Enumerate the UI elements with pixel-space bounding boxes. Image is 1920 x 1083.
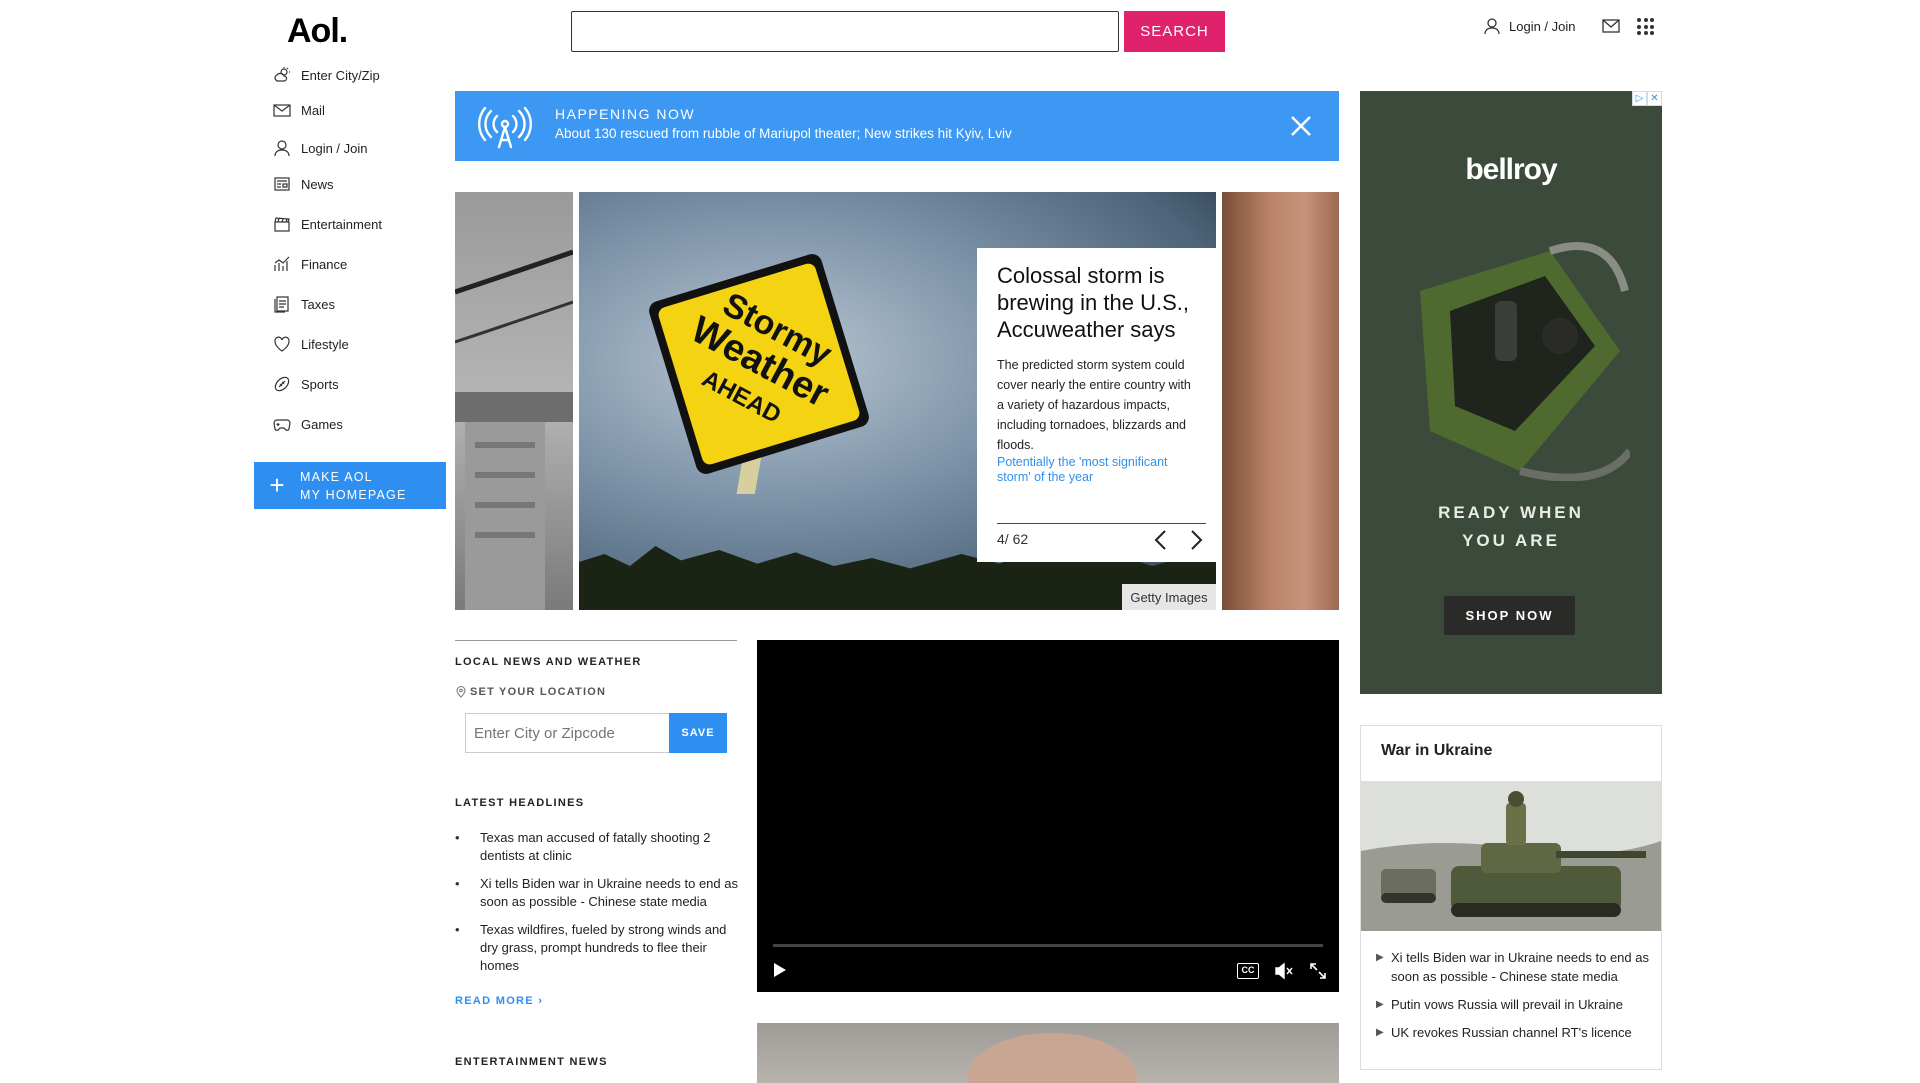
ukraine-tank-image[interactable] [1361,781,1661,931]
make-home-line2: MY HOMEPAGE [300,487,407,502]
sidebar-item-finance[interactable]: Finance [273,252,347,276]
weather-icon [274,67,290,82]
ad-brand-logo: bellroy [1465,153,1557,186]
ad-tagline-line1: READY WHEN [1438,503,1584,522]
sidebar-item-games[interactable]: Games [273,412,343,436]
entertainment-photo[interactable] [757,1023,1339,1083]
sidebar-item-sports[interactable]: Sports [273,372,339,396]
sidebar-item-label: Games [301,416,343,432]
carousel-next-slide-image[interactable] [1222,192,1339,610]
chart-icon [274,256,290,271]
document-icon [274,296,289,313]
ad-tagline: READY WHEN YOU ARE [1360,499,1662,555]
carousel-prev-slide-image[interactable] [455,192,573,610]
list-item[interactable]: Xi tells Biden war in Ukraine needs to e… [1376,948,1656,986]
ad-close-icon[interactable]: ✕ [1647,91,1662,106]
user-icon [1484,18,1500,35]
chevron-left-icon[interactable] [1152,528,1170,552]
sidebar-item-label: Lifestyle [301,336,349,352]
make-home-line1: MAKE AOL [300,469,373,484]
broadcast-icon [478,107,532,149]
slide-title[interactable]: Colossal storm is brewing in the U.S., A… [997,262,1201,343]
slide-caption-card: Colossal storm is brewing in the U.S., A… [977,248,1221,562]
clapperboard-icon [274,217,290,232]
chevron-right-icon[interactable] [1187,528,1205,552]
search-button[interactable]: SEARCH [1124,11,1225,52]
video-player[interactable]: CC [757,640,1339,992]
slide-body: The predicted storm system could cover n… [997,358,1191,452]
ad-bag-image [1420,242,1630,481]
save-location-button[interactable]: SAVE [669,713,727,753]
ukraine-headlines-list: Xi tells Biden war in Ukraine needs to e… [1376,948,1656,1051]
read-more-link[interactable]: READ MORE › [455,995,543,1007]
set-location-text: SET YOUR LOCATION [470,686,607,698]
happening-now-title: HAPPENING NOW [555,106,696,122]
person-face-image [967,1033,1137,1083]
play-icon[interactable] [769,960,789,980]
sidebar-item-entertainment[interactable]: Entertainment [273,212,382,236]
list-item[interactable]: Texas man accused of fatally shooting 2 … [455,829,740,865]
closed-captions-button[interactable]: CC [1237,963,1259,979]
set-location-label: SET YOUR LOCATION [456,686,606,698]
divider [997,523,1206,524]
video-progress-bar[interactable] [773,944,1323,947]
list-item[interactable]: Texas wildfires, fueled by strong winds … [455,921,740,975]
sidebar-item-lifestyle[interactable]: Lifestyle [273,332,349,356]
city-zip-input[interactable] [465,713,670,753]
war-in-ukraine-title[interactable]: War in Ukraine [1381,742,1492,760]
sidebar-item-login[interactable]: Login / Join [273,136,368,160]
sidebar-item-label: News [301,176,334,192]
apps-grid-icon[interactable] [1637,18,1654,35]
ad-choices-icon[interactable]: ▷ [1632,91,1647,106]
sidebar-item-label: Taxes [301,296,335,312]
sidebar-item-label: Entertainment [301,216,382,232]
entertainment-news-heading: ENTERTAINMENT NEWS [455,1056,608,1068]
divider [455,640,737,641]
list-item[interactable]: UK revokes Russian channel RT's licence [1376,1023,1656,1042]
sidebar-item-label: Finance [301,256,348,272]
sidebar-item-weather[interactable]: Enter City/Zip [273,63,380,87]
sidebar-item-label: Enter City/Zip [301,67,380,83]
mail-icon [273,104,291,117]
fullscreen-icon[interactable] [1308,961,1328,981]
sidebar-item-label: Login / Join [301,140,368,156]
heart-icon [274,336,290,352]
war-in-ukraine-module: War in Ukraine Xi tells Biden war in Ukr… [1360,725,1662,1070]
sidebar-item-news[interactable]: News [273,172,334,196]
mute-icon[interactable] [1274,961,1294,981]
sidebar-item-label: Sports [301,376,339,392]
sidebar-item-mail[interactable]: Mail [273,98,325,122]
close-icon[interactable] [1286,111,1316,141]
advertisement[interactable]: ▷ ✕ bellroy READY WHEN YOU ARE SHOP NOW [1360,91,1662,694]
latest-headlines-heading: LATEST HEADLINES [455,797,585,809]
stormy-weather-sign: Stormy Weather AHEAD [649,254,869,494]
list-item[interactable]: Putin vows Russia will prevail in Ukrain… [1376,995,1656,1014]
slide-link[interactable]: Potentially the 'most significant storm'… [997,455,1201,485]
make-homepage-button[interactable]: + MAKE AOL MY HOMEPAGE [254,462,446,509]
header-login-link[interactable]: Login / Join [1483,17,1576,35]
user-icon [274,140,290,157]
local-news-heading: LOCAL NEWS AND WEATHER [455,656,642,668]
photo-credit: Getty Images [1122,584,1216,610]
sidebar-item-label: Mail [301,102,325,118]
location-pin-icon [456,686,466,698]
aol-logo[interactable]: Aol. [287,12,348,51]
header-login-label: Login / Join [1509,18,1576,34]
search-input[interactable] [571,11,1119,52]
ad-choices-badge[interactable]: ▷ ✕ [1632,91,1662,106]
happening-now-text[interactable]: About 130 rescued from rubble of Mariupo… [555,126,1012,141]
list-item[interactable]: Xi tells Biden war in Ukraine needs to e… [455,875,740,911]
shop-now-button[interactable]: SHOP NOW [1444,596,1575,635]
latest-headlines-list: Texas man accused of fatally shooting 2 … [455,829,740,985]
football-icon [274,376,290,392]
slide-counter: 4/ 62 [997,531,1029,547]
mail-icon[interactable] [1602,19,1620,33]
ad-tagline-line2: YOU ARE [1462,531,1560,550]
happening-now-banner[interactable]: HAPPENING NOW About 130 rescued from rub… [455,91,1339,161]
news-icon [274,177,290,191]
plus-icon: + [269,470,285,500]
gamepad-icon [273,419,291,431]
sidebar-item-taxes[interactable]: Taxes [273,292,335,316]
